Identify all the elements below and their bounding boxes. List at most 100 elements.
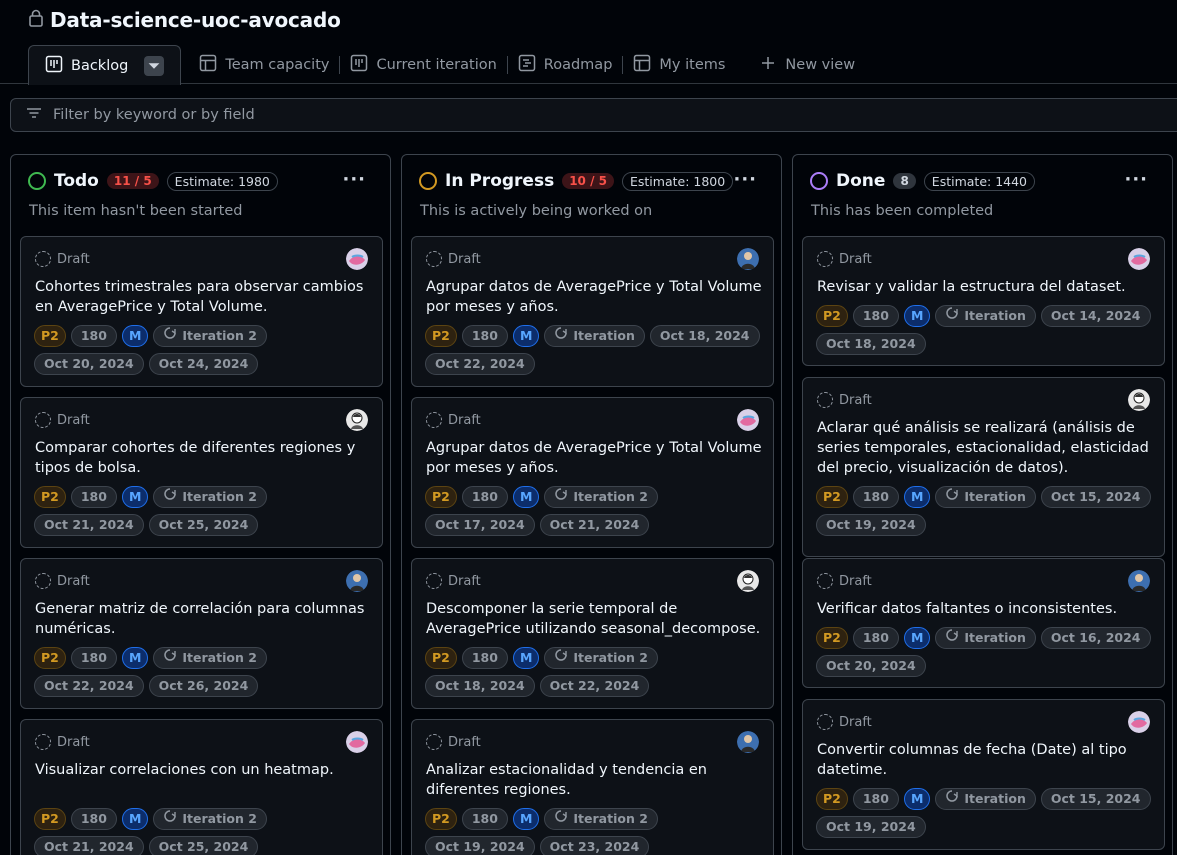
table-icon (633, 54, 651, 76)
item-title[interactable]: Agrupar datos de AveragePrice y Total Vo… (426, 277, 762, 317)
item-type: Draft (839, 251, 872, 267)
item-title[interactable]: Visualizar correlaciones con un heatmap. (35, 760, 371, 780)
item-title[interactable]: Verificar datos faltantes o inconsistent… (817, 599, 1153, 619)
item-card[interactable]: Draft Agrupar datos de AveragePrice y To… (411, 236, 774, 387)
iteration-icon (945, 628, 959, 648)
assignee-avatar[interactable] (346, 570, 368, 592)
iteration-label: Iteration 2 (182, 811, 257, 826)
assignee-avatar[interactable] (737, 248, 759, 270)
item-type: Draft (57, 412, 90, 428)
start-date-badge: Oct 20, 2024 (34, 353, 144, 375)
assignee-avatar[interactable] (737, 570, 759, 592)
draft-icon (817, 392, 833, 408)
iteration-icon (554, 326, 568, 346)
column-menu-button[interactable]: ··· (733, 169, 757, 190)
assignee-avatar[interactable] (1128, 711, 1150, 733)
view-tabs: Backlog Team capacity Current iteration … (28, 45, 865, 85)
iteration-badge: Iteration (935, 486, 1036, 508)
draft-icon (817, 714, 833, 730)
item-card[interactable]: Draft Visualizar correlaciones con un he… (20, 719, 383, 855)
item-title[interactable]: Descomponer la serie temporal de Average… (426, 599, 762, 639)
item-title[interactable]: Comparar cohortes de diferentes regiones… (35, 438, 371, 478)
draft-icon (35, 734, 51, 750)
end-date-badge: Oct 19, 2024 (816, 514, 926, 536)
item-card[interactable]: Draft Verificar datos faltantes o incons… (802, 558, 1165, 688)
assignee-avatar[interactable] (346, 248, 368, 270)
lock-icon (28, 9, 44, 31)
iteration-label: Iteration 2 (182, 650, 257, 665)
end-date-badge: Oct 20, 2024 (816, 655, 926, 677)
draft-icon (426, 412, 442, 428)
size-badge: M (903, 788, 931, 810)
item-fields: P2 180 M Iteration 2 Oct 21, 2024 Oct 25… (34, 808, 379, 855)
item-card[interactable]: Draft Aclarar qué análisis se realizará … (802, 377, 1165, 557)
view-options-button[interactable] (144, 55, 165, 76)
item-title[interactable]: Cohortes trimestrales para observar camb… (35, 277, 371, 317)
draft-icon (817, 251, 833, 267)
board-icon (350, 54, 368, 76)
iteration-badge: Iteration (544, 325, 645, 347)
item-title[interactable]: Agrupar datos de AveragePrice y Total Vo… (426, 438, 762, 478)
item-type: Draft (57, 251, 90, 267)
item-card[interactable]: Draft Revisar y validar la estructura de… (802, 236, 1165, 366)
assignee-avatar[interactable] (346, 409, 368, 431)
priority-badge: P2 (816, 788, 848, 810)
item-card[interactable]: Draft Agrupar datos de AveragePrice y To… (411, 397, 774, 548)
tab-team-capacity[interactable]: Team capacity (189, 45, 339, 84)
tab-label: Team capacity (225, 56, 330, 73)
draft-icon (426, 573, 442, 589)
iteration-icon (554, 648, 568, 668)
item-count-badge: 8 (893, 173, 916, 189)
tab-current-iteration[interactable]: Current iteration (340, 45, 506, 84)
item-card[interactable]: Draft Descomponer la serie temporal de A… (411, 558, 774, 709)
estimate-badge: Estimate: 1440 (923, 171, 1036, 191)
item-title[interactable]: Analizar estacionalidad y tendencia en d… (426, 760, 762, 800)
end-date-badge: Oct 23, 2024 (539, 836, 650, 855)
item-fields: P2 180 M Iteration Oct 16, 2024 Oct 20, … (816, 627, 1161, 677)
estimate-badge: 180 (70, 808, 117, 830)
start-date-badge: Oct 21, 2024 (34, 514, 144, 536)
filter-bar[interactable]: Filter by keyword or by field (10, 98, 1177, 132)
size-badge: M (121, 325, 149, 347)
tab-backlog[interactable]: Backlog (28, 45, 182, 85)
estimate-badge: Estimate: 1980 (166, 171, 278, 191)
item-type: Draft (839, 573, 872, 589)
item-fields: P2 180 M Iteration 2 Oct 20, 2024 Oct 24… (34, 325, 379, 375)
assignee-avatar[interactable] (1128, 248, 1150, 270)
priority-badge: P2 (816, 305, 848, 327)
assignee-avatar[interactable] (737, 731, 759, 753)
item-count-badge: 10 / 5 (562, 173, 614, 189)
item-title[interactable]: Generar matriz de correlación para colum… (35, 599, 371, 639)
assignee-avatar[interactable] (346, 731, 368, 753)
draft-icon (35, 251, 51, 267)
item-title[interactable]: Convertir columnas de fecha (Date) al ti… (817, 740, 1153, 780)
filter-input[interactable]: Filter by keyword or by field (53, 107, 255, 123)
tab-my-items[interactable]: My items (623, 45, 735, 84)
estimate-badge: Estimate: 1800 (622, 171, 734, 191)
start-date-badge: Oct 21, 2024 (34, 836, 144, 855)
item-card[interactable]: Draft Comparar cohortes de diferentes re… (20, 397, 383, 548)
item-title[interactable]: Revisar y validar la estructura del data… (817, 277, 1153, 297)
item-title[interactable]: Aclarar qué análisis se realizará (análi… (817, 418, 1153, 478)
estimate-badge: 180 (852, 627, 899, 649)
item-card[interactable]: Draft Analizar estacionalidad y tendenci… (411, 719, 774, 855)
size-badge: M (512, 486, 540, 508)
item-card[interactable]: Draft Convertir columnas de fecha (Date)… (802, 699, 1165, 850)
column-menu-button[interactable]: ··· (342, 169, 366, 190)
assignee-avatar[interactable] (737, 409, 759, 431)
board-icon (45, 55, 63, 77)
iteration-badge: Iteration 2 (153, 647, 267, 669)
assignee-avatar[interactable] (1128, 389, 1150, 411)
size-badge: M (512, 647, 540, 669)
iteration-badge: Iteration (935, 788, 1036, 810)
iteration-icon (163, 487, 177, 507)
iteration-badge: Iteration 2 (544, 486, 658, 508)
assignee-avatar[interactable] (1128, 570, 1150, 592)
column-menu-button[interactable]: ··· (1124, 169, 1148, 190)
priority-badge: P2 (34, 325, 66, 347)
item-card[interactable]: Draft Generar matriz de correlación para… (20, 558, 383, 709)
new-view-button[interactable]: New view (749, 45, 865, 84)
item-type: Draft (839, 392, 872, 408)
tab-roadmap[interactable]: Roadmap (508, 45, 623, 84)
item-card[interactable]: Draft Cohortes trimestrales para observa… (20, 236, 383, 387)
